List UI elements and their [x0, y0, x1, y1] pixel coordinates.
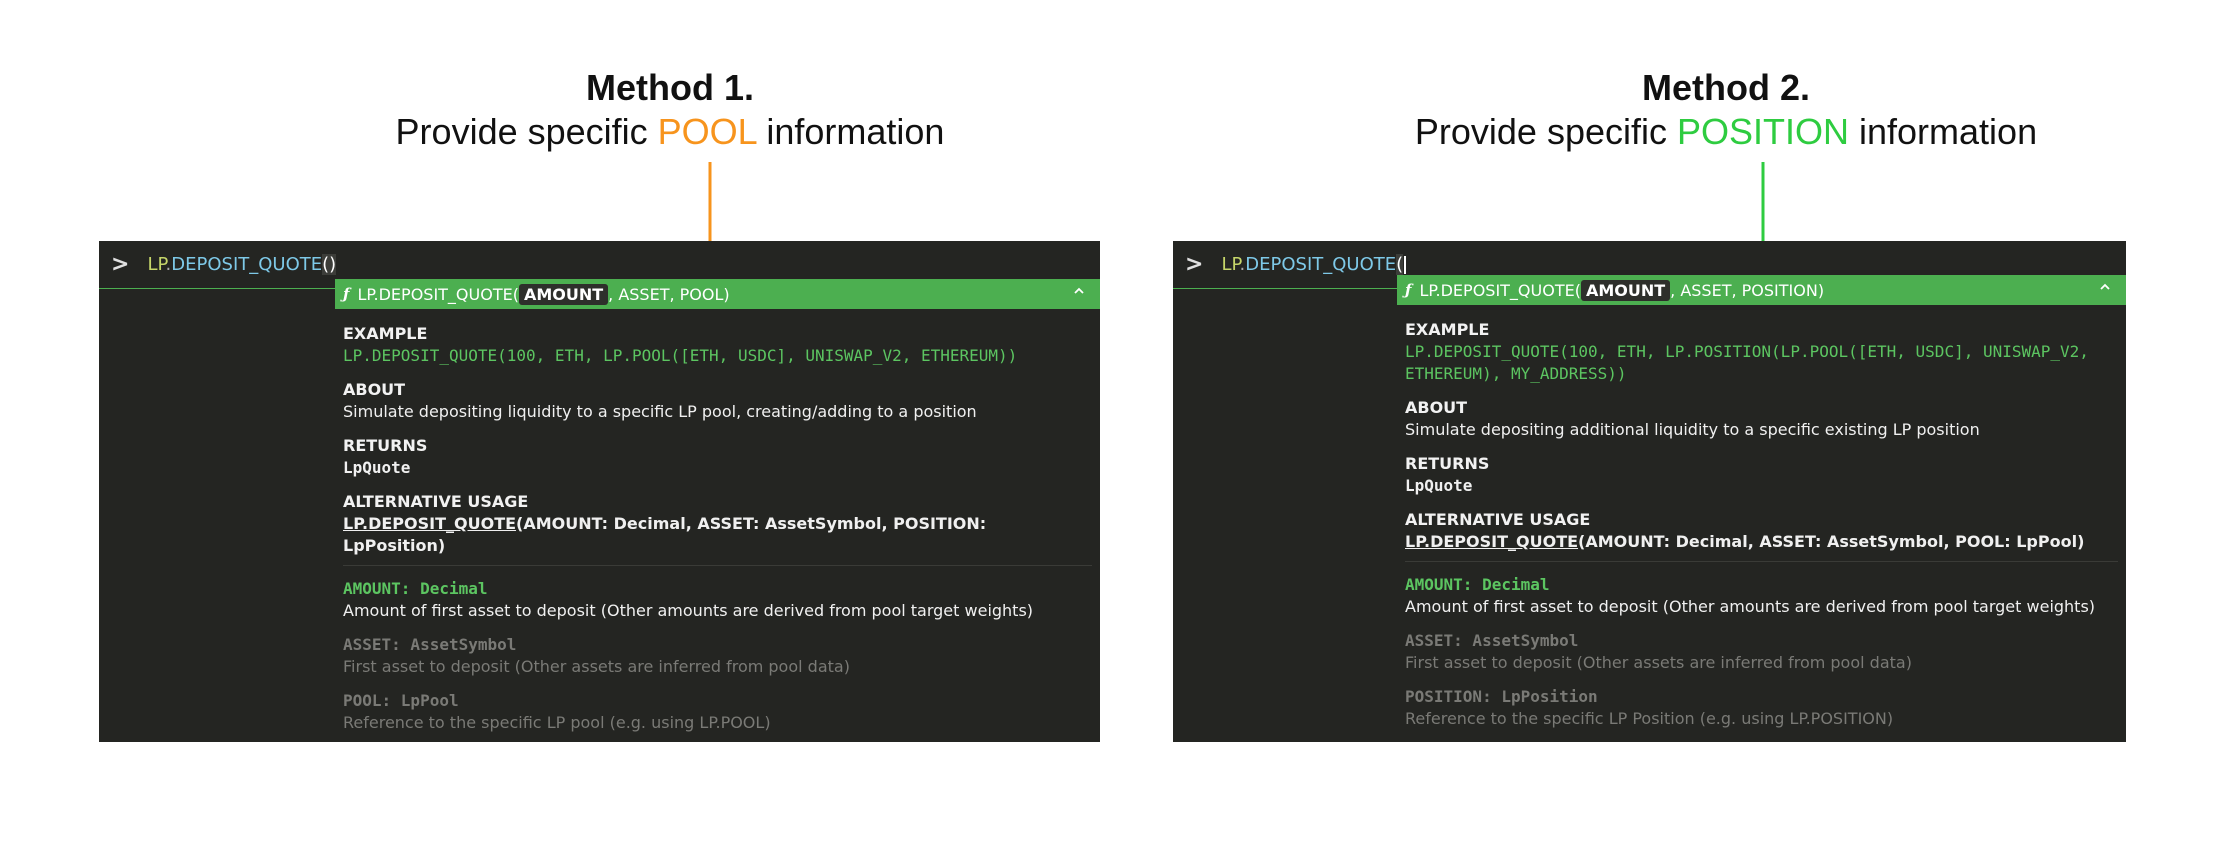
about-text: Simulate depositing liquidity to a speci… — [343, 402, 977, 421]
about-label: ABOUT — [343, 380, 406, 399]
alt-usage-link[interactable]: LP.DEPOSIT_QUOTE — [343, 514, 516, 533]
returns-type: LpQuote — [1405, 476, 1473, 495]
example-label: EXAMPLE — [1405, 320, 1490, 339]
signature-pre: LP.DEPOSIT_QUOTE( — [357, 284, 519, 304]
method2-title: Method 2. — [1642, 67, 1810, 108]
signature-post: , ASSET, POOL) — [608, 284, 730, 304]
method1-subtitle-pre: Provide specific — [395, 111, 658, 152]
param-desc: Reference to the specific LP pool (e.g. … — [343, 713, 771, 732]
signature-help-popup: ƒ LP.DEPOSIT_QUOTE(AMOUNT, ASSET, POOL) … — [335, 279, 1100, 742]
collapse-chevron-icon[interactable] — [1072, 283, 1086, 302]
example-label: EXAMPLE — [343, 324, 428, 343]
cmd-namespace: LP — [147, 254, 166, 275]
cmd-parens: ( — [1396, 254, 1404, 275]
command-line[interactable]: > LP.DEPOSIT_QUOTE( — [1173, 241, 1407, 289]
method1-subtitle-post: information — [756, 111, 945, 152]
alt-usage: LP.DEPOSIT_QUOTE(AMOUNT: Decimal, ASSET:… — [343, 513, 1092, 557]
function-icon: ƒ — [1405, 281, 1412, 299]
param-name: AMOUNT: Decimal — [343, 579, 488, 598]
documentation: EXAMPLE LP.DEPOSIT_QUOTE(100, ETH, LP.PO… — [335, 309, 1100, 734]
param-name: POSITION: LpPosition — [1405, 687, 1598, 706]
example-code-line-2: ETHEREUM), MY_ADDRESS)) — [1405, 364, 1627, 383]
param-item: POOL: LpPool Reference to the specific L… — [343, 690, 1092, 734]
editor-panel-1: > LP.DEPOSIT_QUOTE() ƒ LP.DEPOSIT_QUOTE(… — [99, 241, 1100, 742]
signature-help-popup: ƒ LP.DEPOSIT_QUOTE(AMOUNT, ASSET, POSITI… — [1397, 275, 2126, 742]
divider — [1405, 561, 2118, 562]
method1-heading: Method 1. Provide specific POOL informat… — [270, 66, 1070, 154]
alt-usage-link[interactable]: LP.DEPOSIT_QUOTE — [1405, 532, 1578, 551]
cmd-parens: () — [322, 254, 337, 275]
cmd-namespace: LP — [1221, 254, 1240, 275]
returns-type: LpQuote — [343, 458, 411, 477]
param-desc: First asset to deposit (Other assets are… — [343, 657, 850, 676]
param-name: ASSET: AssetSymbol — [1405, 631, 1579, 650]
editor-panel-2: > LP.DEPOSIT_QUOTE( ƒ LP.DEPOSIT_QUOTE(A… — [1173, 241, 2126, 742]
signature-active-param: AMOUNT — [518, 283, 609, 305]
returns-label: RETURNS — [343, 436, 428, 455]
param-name: ASSET: AssetSymbol — [343, 635, 517, 654]
signature-bar[interactable]: ƒ LP.DEPOSIT_QUOTE(AMOUNT, ASSET, POOL) — [335, 279, 1100, 309]
method1-title: Method 1. — [586, 67, 754, 108]
param-name: AMOUNT: Decimal — [1405, 575, 1550, 594]
param-desc: Amount of first asset to deposit (Other … — [343, 601, 1034, 620]
param-item: POSITION: LpPosition Reference to the sp… — [1405, 686, 2118, 730]
prompt-chevron-icon: > — [111, 252, 130, 277]
cmd-function: DEPOSIT_QUOTE — [1245, 254, 1397, 275]
example-code: LP.DEPOSIT_QUOTE(100, ETH, LP.POOL([ETH,… — [343, 346, 1018, 365]
signature-post: , ASSET, POSITION) — [1670, 280, 1825, 300]
cmd-function: DEPOSIT_QUOTE — [171, 254, 323, 275]
command-line[interactable]: > LP.DEPOSIT_QUOTE() — [99, 241, 337, 289]
method1-subtitle: Provide specific POOL information — [270, 110, 1070, 154]
alt-usage-label: ALTERNATIVE USAGE — [343, 492, 529, 511]
example-code-line-1: LP.DEPOSIT_QUOTE(100, ETH, LP.POSITION(L… — [1405, 342, 2089, 361]
param-item: AMOUNT: Decimal Amount of first asset to… — [1405, 574, 2118, 618]
alt-usage-args: (AMOUNT: Decimal, ASSET: AssetSymbol, PO… — [1578, 532, 2085, 551]
param-desc: Reference to the specific LP Position (e… — [1405, 709, 1894, 728]
alt-usage: LP.DEPOSIT_QUOTE(AMOUNT: Decimal, ASSET:… — [1405, 531, 2118, 553]
method2-heading: Method 2. Provide specific POSITION info… — [1326, 66, 2126, 154]
param-desc: First asset to deposit (Other assets are… — [1405, 653, 1912, 672]
documentation: EXAMPLE LP.DEPOSIT_QUOTE(100, ETH, LP.PO… — [1397, 305, 2126, 730]
signature-bar[interactable]: ƒ LP.DEPOSIT_QUOTE(AMOUNT, ASSET, POSITI… — [1397, 275, 2126, 305]
signature-active-param: AMOUNT — [1580, 279, 1671, 301]
method2-subtitle: Provide specific POSITION information — [1326, 110, 2126, 154]
param-desc: Amount of first asset to deposit (Other … — [1405, 597, 2096, 616]
alt-usage-label: ALTERNATIVE USAGE — [1405, 510, 1591, 529]
divider — [343, 565, 1092, 566]
param-item: ASSET: AssetSymbol First asset to deposi… — [1405, 630, 2118, 674]
param-name: POOL: LpPool — [343, 691, 459, 710]
about-text: Simulate depositing additional liquidity… — [1405, 420, 1980, 439]
method2-subtitle-highlight: POSITION — [1676, 111, 1850, 152]
function-icon: ƒ — [343, 285, 350, 303]
method1-subtitle-highlight: POOL — [657, 111, 757, 152]
text-cursor — [1404, 256, 1407, 274]
prompt-chevron-icon: > — [1185, 252, 1204, 277]
command-input[interactable]: LP.DEPOSIT_QUOTE( — [1221, 254, 1407, 275]
returns-label: RETURNS — [1405, 454, 1490, 473]
param-item: ASSET: AssetSymbol First asset to deposi… — [343, 634, 1092, 678]
method2-subtitle-pre: Provide specific — [1414, 111, 1677, 152]
command-input[interactable]: LP.DEPOSIT_QUOTE() — [147, 254, 337, 275]
about-label: ABOUT — [1405, 398, 1468, 417]
signature-pre: LP.DEPOSIT_QUOTE( — [1419, 280, 1581, 300]
method2-subtitle-post: information — [1849, 111, 2038, 152]
collapse-chevron-icon[interactable] — [2098, 279, 2112, 298]
param-item: AMOUNT: Decimal Amount of first asset to… — [343, 578, 1092, 622]
